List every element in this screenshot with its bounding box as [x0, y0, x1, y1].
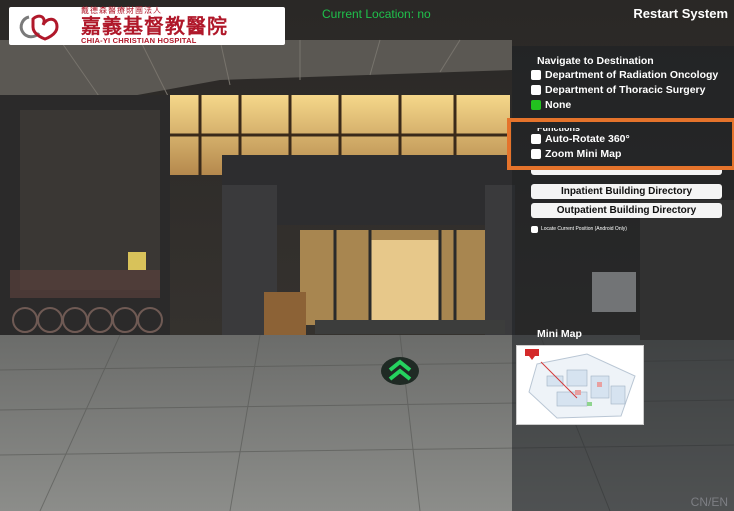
destination-radiation-oncology[interactable]: Department of Radiation Oncology — [531, 69, 718, 81]
mini-map-title: Mini Map — [537, 328, 582, 340]
destination-label: None — [545, 99, 572, 111]
current-location-text: Current Location: no — [322, 7, 431, 21]
hospital-logo: 戴德森醫療財團法人 嘉義基督教醫院 CHIA-YI CHRISTIAN HOSP… — [9, 7, 285, 45]
checkbox[interactable] — [531, 85, 541, 95]
destination-label: Department of Radiation Oncology — [545, 69, 719, 81]
language-toggle[interactable]: CN/EN — [691, 495, 728, 509]
outpatient-directory-button[interactable]: Outpatient Building Directory — [531, 203, 722, 218]
destination-none[interactable]: None — [531, 99, 571, 111]
destination-label: Department of Thoracic Surgery — [545, 84, 706, 96]
inpatient-directory-button[interactable]: Inpatient Building Directory — [531, 184, 722, 199]
restart-system-button[interactable]: Restart System — [633, 6, 728, 21]
logo-name-chinese: 嘉義基督教醫院 — [81, 14, 228, 39]
logo-name-english: CHIA-YI CHRISTIAN HOSPITAL — [81, 36, 197, 46]
double-chevron-up-icon[interactable] — [380, 356, 420, 386]
locate-label: Locate Current Position (Android Only) — [541, 226, 627, 232]
mini-map[interactable] — [516, 345, 644, 425]
locate-position-toggle[interactable]: Locate Current Position (Android Only) — [531, 226, 651, 233]
hospital-logo-mark-icon — [19, 14, 59, 41]
checkbox[interactable] — [531, 226, 538, 233]
navigate-title: Navigate to Destination — [537, 55, 654, 67]
checkbox-checked[interactable] — [531, 100, 541, 110]
checkbox[interactable] — [531, 70, 541, 80]
highlight-box — [507, 118, 734, 170]
control-panel — [512, 46, 734, 511]
destination-thoracic-surgery[interactable]: Department of Thoracic Surgery — [531, 84, 705, 96]
